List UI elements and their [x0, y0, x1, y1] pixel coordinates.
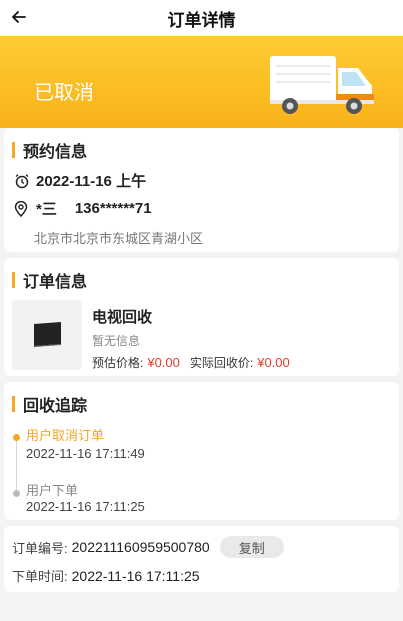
order-status-text: 已取消 — [34, 82, 94, 104]
tracking-event-time: 2022-11-16 17:11:25 — [26, 499, 145, 514]
appointment-datetime: 2022-11-16 上午 — [36, 173, 147, 190]
accent-bar — [12, 272, 15, 288]
contact-phone: 136******71 — [74, 200, 152, 217]
tv-icon — [30, 322, 64, 348]
accent-bar — [12, 396, 15, 412]
estimated-price-label: 预估价格: — [92, 356, 144, 370]
section-title: 订单信息 — [12, 268, 87, 292]
copy-button[interactable]: 复制 — [219, 536, 284, 558]
tracking-event-time: 2022-11-16 17:11:49 — [26, 446, 145, 461]
timeline-line — [16, 434, 17, 492]
status-banner: 已取消 — [0, 36, 403, 128]
alarm-clock-icon — [14, 173, 30, 189]
appointment-card: 预约信息 2022-11-16 上午 *三 136******71 北京市北京市… — [4, 128, 399, 252]
back-arrow-icon[interactable] — [8, 6, 30, 28]
page-title: 订单详情 — [167, 10, 236, 30]
order-meta-card: 订单编号: 202211160959500780 复制 下单时间: 2022-1… — [4, 526, 399, 592]
accent-bar — [12, 142, 15, 158]
contact-row: *三 136******71 — [14, 198, 152, 219]
actual-price-value: ¥0.00 — [257, 355, 290, 370]
tracking-card: 回收追踪 用户取消订单 2022-11-16 17:11:49 用户下单 202… — [4, 382, 399, 520]
price-row: 预估价格: ¥0.00 实际回收价: ¥0.00 — [92, 354, 290, 371]
section-title: 回收追踪 — [12, 392, 87, 416]
order-time-value: 2022-11-16 17:11:25 — [71, 567, 200, 584]
timeline-dot-active — [13, 434, 20, 441]
location-pin-icon — [14, 200, 28, 217]
actual-price-label: 实际回收价: — [189, 356, 254, 370]
estimated-price-value: ¥0.00 — [147, 355, 180, 370]
order-time-label: 下单时间: — [12, 569, 68, 584]
order-number-value: 202211160959500780 — [71, 539, 210, 555]
tracking-event-label: 用户下单 — [26, 483, 79, 498]
nav-bar: 订单详情 — [0, 0, 403, 36]
timeline-dot-inactive — [13, 490, 20, 497]
tracking-event-label: 用户取消订单 — [26, 428, 105, 443]
section-title-text: 回收追踪 — [23, 398, 88, 415]
section-title-text: 预约信息 — [23, 144, 88, 161]
section-title-text: 订单信息 — [23, 274, 88, 291]
order-time-row: 下单时间: 2022-11-16 17:11:25 — [12, 566, 200, 585]
product-description: 暂无信息 — [92, 334, 141, 348]
appointment-time-row: 2022-11-16 上午 — [14, 170, 146, 191]
address-text: 北京市北京市东城区青湖小区 — [34, 231, 204, 246]
contact-name: *三 — [36, 201, 57, 218]
product-image — [12, 300, 82, 370]
section-title: 预约信息 — [12, 138, 87, 162]
order-number-label: 订单编号: — [12, 540, 68, 556]
order-info-card: 订单信息 电视回收 暂无信息 预估价格: ¥0.00 实际回收价: ¥0.00 — [4, 258, 399, 376]
product-name: 电视回收 — [92, 309, 153, 326]
order-number-row: 订单编号: 202211160959500780 复制 — [12, 536, 284, 558]
delivery-truck-icon — [268, 52, 378, 125]
